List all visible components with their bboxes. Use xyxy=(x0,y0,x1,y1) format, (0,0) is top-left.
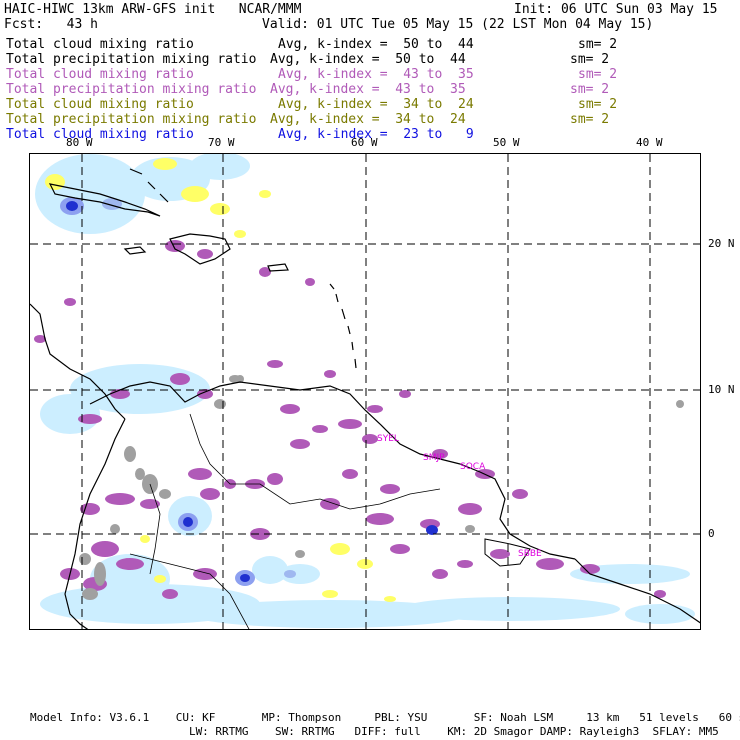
cloud-shading-layer xyxy=(35,154,695,628)
lon-label: 80 W xyxy=(66,136,93,149)
plot-title: HAIC-HIWC 13km ARW-GFS init NCAR/MMM xyxy=(4,2,302,17)
lat-label: 0 xyxy=(708,527,715,540)
legend-avg: Avg, k-index = 50 to 44 xyxy=(278,37,474,52)
legend-field: Total precipitation mixing ratio xyxy=(6,82,257,97)
init-time: Init: 06 UTC Sun 03 May 15 xyxy=(514,2,718,17)
lon-label: 40 W xyxy=(636,136,663,149)
legend-sm: sm= 2 xyxy=(570,112,610,127)
lon-label: 60 W xyxy=(351,136,378,149)
model-info-line1: Model Info: V3.6.1 CU: KF MP: Thompson P… xyxy=(30,711,740,724)
map-panel: SYEL SMJP SOCA SBBE xyxy=(29,153,701,630)
legend-sm: sm= 2 xyxy=(570,52,610,67)
station-label: SMJP xyxy=(423,453,445,463)
valid-time: Valid: 01 UTC Tue 05 May 15 (22 LST Mon … xyxy=(262,17,654,32)
legend-avg: Avg, k-index = 50 to 44 xyxy=(270,52,466,67)
legend-avg: Avg, k-index = 43 to 35 xyxy=(270,82,466,97)
lat-label: 10 N xyxy=(708,383,735,396)
model-info-line2: LW: RRTMG SW: RRTMG DIFF: full KM: 2D Sm… xyxy=(30,725,719,738)
legend-field: Total cloud mixing ratio xyxy=(6,37,194,52)
legend-field: Total precipitation mixing ratio xyxy=(6,52,257,67)
lon-label: 50 W xyxy=(493,136,520,149)
station-label: SYEL xyxy=(377,434,399,444)
legend-field: Total cloud mixing ratio xyxy=(6,127,194,142)
lat-label: 20 N xyxy=(708,237,735,250)
violet-shading-layer xyxy=(34,240,666,599)
legend-sm: sm= 2 xyxy=(578,37,618,52)
legend-sm: sm= 2 xyxy=(578,67,618,82)
legend-field: Total cloud mixing ratio xyxy=(6,67,194,82)
legend-sm: sm= 2 xyxy=(578,97,618,112)
legend-field: Total cloud mixing ratio xyxy=(6,97,194,112)
legend-avg: Avg, k-index = 34 to 24 xyxy=(270,112,466,127)
map-canvas: SYEL SMJP SOCA SBBE xyxy=(30,154,700,629)
legend-field: Total precipitation mixing ratio xyxy=(6,112,257,127)
legend-avg: Avg, k-index = 34 to 24 xyxy=(278,97,474,112)
legend-sm: sm= 2 xyxy=(570,82,610,97)
station-label: SBBE xyxy=(518,549,542,559)
legend-avg: Avg, k-index = 43 to 35 xyxy=(278,67,474,82)
forecast-hour: Fcst: 43 h xyxy=(4,17,98,32)
lon-label: 70 W xyxy=(208,136,235,149)
station-label: SOCA xyxy=(460,462,486,472)
